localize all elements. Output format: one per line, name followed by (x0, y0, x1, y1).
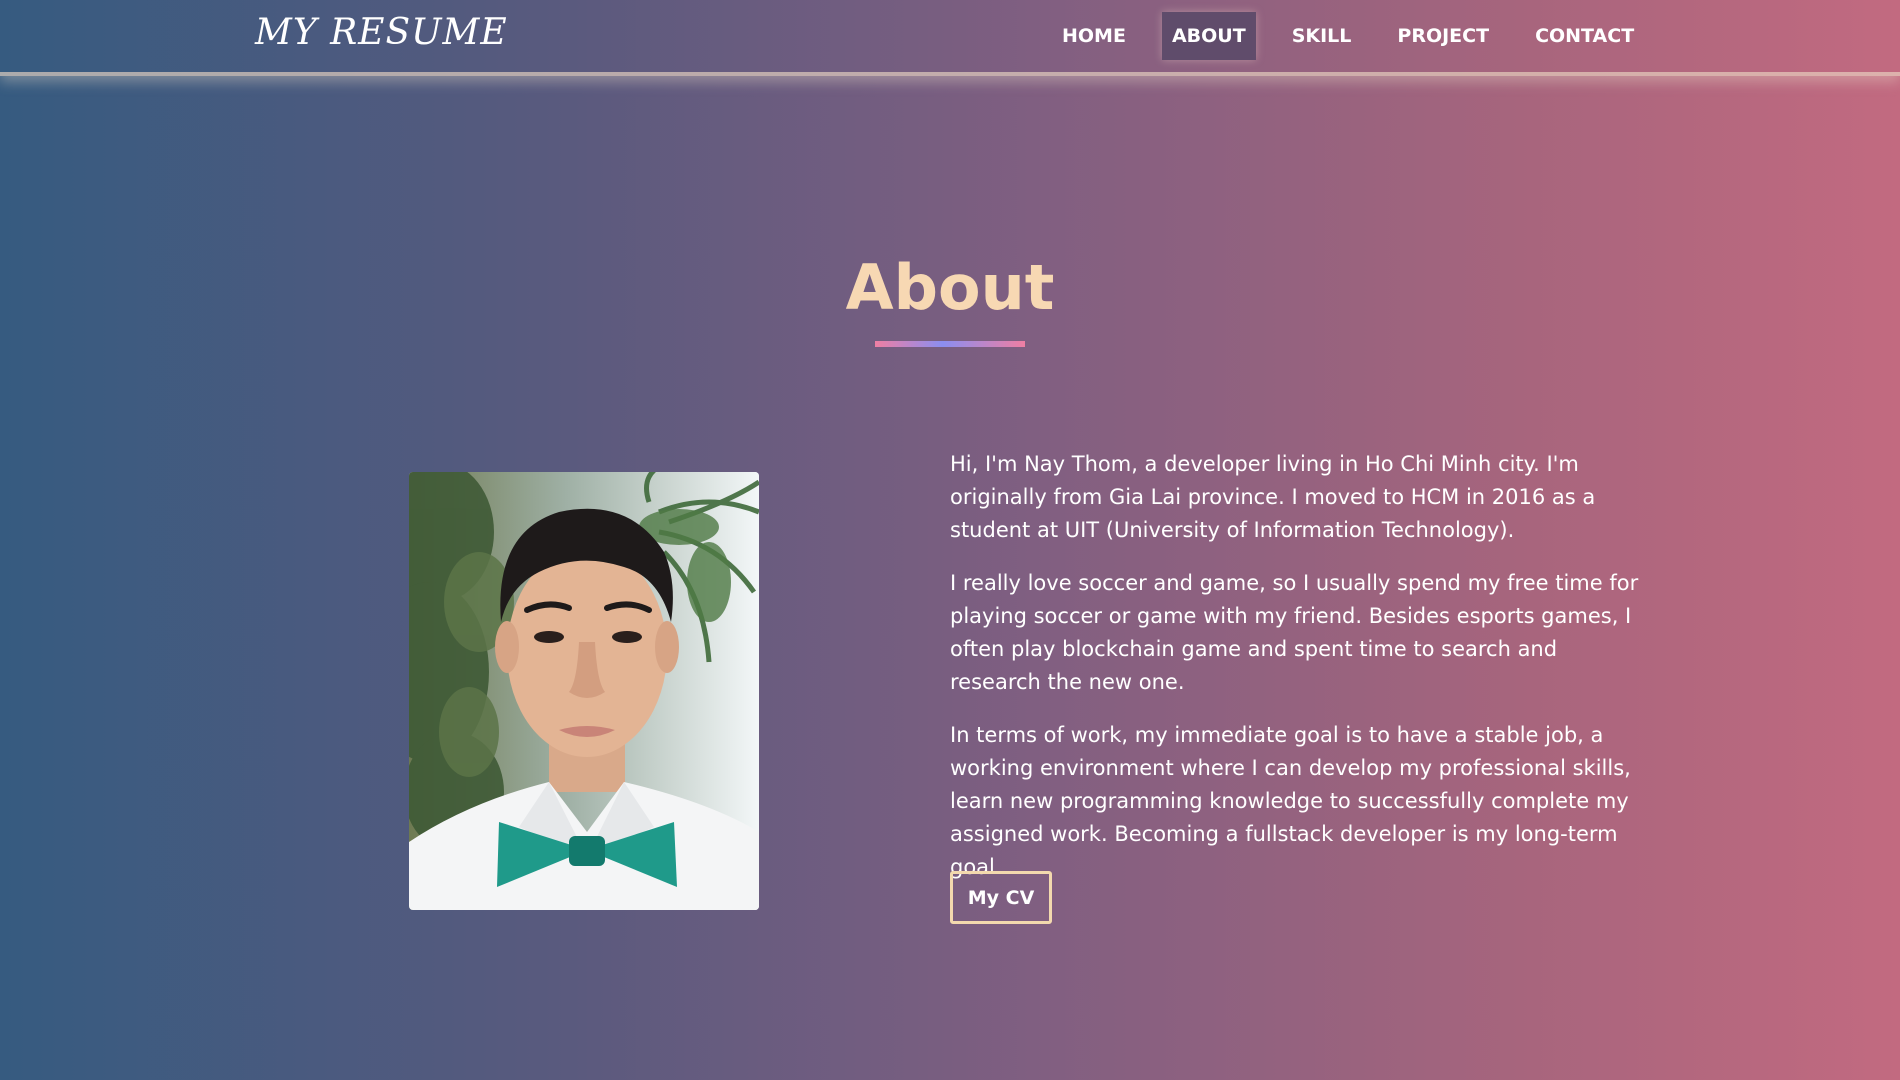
about-paragraph-goals: In terms of work, my immediate goal is t… (950, 723, 1631, 879)
my-cv-button[interactable]: My CV (950, 871, 1052, 924)
about-paragraph-intro: Hi, I'm Nay Thom, a developer living in … (950, 452, 1596, 542)
nav-contact[interactable]: CONTACT (1525, 12, 1644, 60)
nav-project[interactable]: PROJECT (1387, 12, 1499, 60)
nav-about[interactable]: ABOUT (1161, 12, 1256, 60)
portrait-illustration (409, 472, 759, 910)
about-title: About (845, 251, 1055, 324)
about-paragraph-hobbies: I really love soccer and game, so I usua… (950, 571, 1639, 694)
nav-menu: HOME ABOUT SKILL PROJECT CONTACT (1052, 12, 1670, 60)
site-logo[interactable]: MY RESUME (255, 12, 508, 53)
navbar: MY RESUME HOME ABOUT SKILL PROJECT CONTA… (0, 0, 1900, 76)
title-underline (875, 341, 1025, 347)
nav-home[interactable]: HOME (1052, 12, 1136, 60)
about-description: Hi, I'm Nay Thom, a developer living in … (950, 448, 1650, 904)
profile-photo (409, 472, 759, 910)
nav-skill[interactable]: SKILL (1282, 12, 1362, 60)
